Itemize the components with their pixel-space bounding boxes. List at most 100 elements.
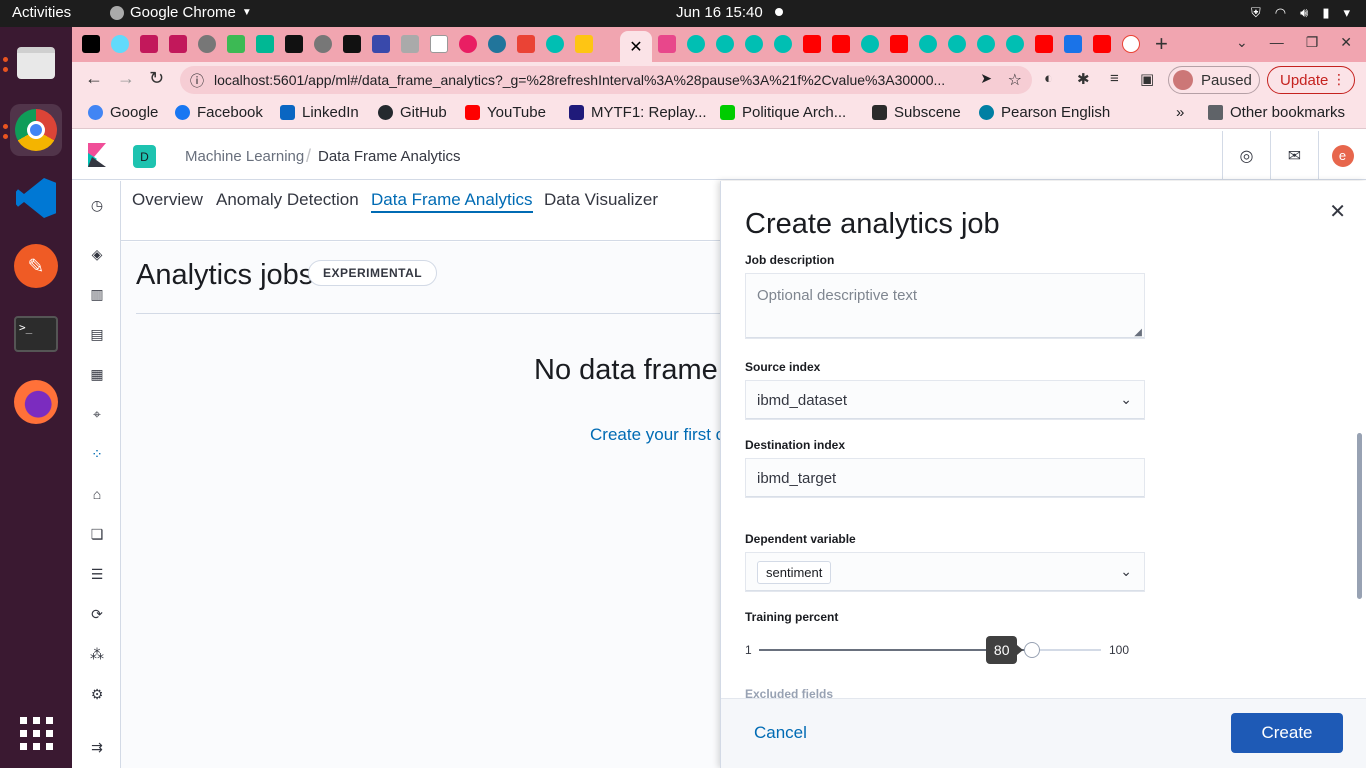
- vscode-app-icon[interactable]: [10, 172, 62, 224]
- profile-button[interactable]: Paused: [1168, 66, 1260, 94]
- user-menu[interactable]: e: [1318, 131, 1366, 180]
- training-percent-slider[interactable]: [759, 649, 1101, 651]
- extension-icon[interactable]: ◐: [1044, 70, 1053, 87]
- tab-favicon-icon[interactable]: [861, 35, 879, 53]
- tab-anomaly-detection[interactable]: Anomaly Detection: [216, 190, 359, 210]
- close-icon[interactable]: ✕: [1329, 199, 1346, 224]
- tab-favicon-icon[interactable]: [948, 35, 966, 53]
- system-tray[interactable]: ⛨ ◠ 🔊︎ ▮ ▾: [1251, 5, 1350, 21]
- destination-index-input[interactable]: ibmd_target: [745, 458, 1145, 498]
- space-selector[interactable]: D: [133, 145, 156, 168]
- tab-favicon-icon[interactable]: [546, 35, 564, 53]
- resize-handle-icon[interactable]: ◢: [1134, 327, 1142, 338]
- logs-icon[interactable]: ❏: [88, 525, 106, 543]
- address-bar[interactable]: ⓘ localhost:5601/app/ml#/data_frame_anal…: [180, 66, 1032, 94]
- tab-favicon-icon[interactable]: [716, 35, 734, 53]
- tab-favicon-icon[interactable]: [977, 35, 995, 53]
- postman-app-icon[interactable]: ✎: [10, 240, 62, 292]
- tab-favicon-icon[interactable]: [430, 35, 448, 53]
- tab-data-frame-analytics[interactable]: Data Frame Analytics: [371, 190, 533, 213]
- activities-button[interactable]: Activities: [12, 4, 71, 21]
- collapse-nav-icon[interactable]: ⇉: [88, 738, 106, 756]
- maps-icon[interactable]: ⌖: [88, 405, 106, 423]
- bookmarks-overflow-button[interactable]: »: [1176, 104, 1184, 121]
- tab-favicon-icon[interactable]: [111, 35, 129, 53]
- other-bookmarks-folder[interactable]: Other bookmarks: [1208, 104, 1345, 121]
- tab-close-icon[interactable]: ✕: [620, 31, 652, 62]
- tab-favicon-icon[interactable]: [459, 35, 477, 53]
- send-tab-icon[interactable]: ➤: [980, 70, 992, 87]
- bookmark-youtube[interactable]: YouTube: [465, 104, 546, 121]
- help-icon[interactable]: ◎: [1222, 131, 1270, 180]
- bookmark-facebook[interactable]: Facebook: [175, 104, 263, 121]
- tab-favicon-icon[interactable]: [82, 35, 100, 53]
- tab-overview[interactable]: Overview: [132, 190, 203, 210]
- bookmark-google[interactable]: Google: [88, 104, 158, 121]
- bookmark-star-icon[interactable]: ☆: [1008, 70, 1022, 90]
- tab-favicon-icon[interactable]: [488, 35, 506, 53]
- tab-favicon-icon[interactable]: [1006, 35, 1024, 53]
- forward-arrow-icon[interactable]: →: [117, 68, 135, 89]
- kibana-logo-icon[interactable]: [88, 143, 106, 167]
- tab-favicon-icon[interactable]: [314, 35, 332, 53]
- tab-favicon-icon[interactable]: [227, 35, 245, 53]
- tab-favicon-icon[interactable]: [140, 35, 158, 53]
- reload-icon[interactable]: ↻: [149, 68, 164, 89]
- tab-favicon-icon[interactable]: [658, 35, 676, 53]
- discover-compass-icon[interactable]: ◈: [88, 245, 106, 263]
- infrastructure-icon[interactable]: ⌂: [88, 485, 106, 503]
- create-button[interactable]: Create: [1231, 713, 1343, 753]
- tab-favicon-icon[interactable]: [1064, 35, 1082, 53]
- visualize-icon[interactable]: ▥: [88, 285, 106, 303]
- app-menu[interactable]: Google Chrome ▼: [110, 4, 252, 21]
- bookmark-subscene[interactable]: Subscene: [872, 104, 961, 121]
- tab-search-chevron-icon[interactable]: ⌄: [1236, 34, 1248, 51]
- tab-favicon-icon[interactable]: [687, 35, 705, 53]
- files-app-icon[interactable]: [10, 37, 62, 89]
- create-first-job-link[interactable]: Create your first c: [590, 425, 720, 445]
- dev-tools-icon[interactable]: ⚙: [88, 685, 106, 703]
- tab-favicon-icon[interactable]: [575, 35, 593, 53]
- tab-favicon-icon[interactable]: [198, 35, 216, 53]
- clock[interactable]: Jun 16 15:40: [676, 4, 763, 21]
- canvas-icon[interactable]: ▦: [88, 365, 106, 383]
- media-queue-icon[interactable]: ≡: [1110, 70, 1119, 87]
- tab-favicon-icon[interactable]: [745, 35, 763, 53]
- bookmark-politique[interactable]: Politique Arch...: [720, 104, 846, 121]
- flyout-scrollbar[interactable]: [1357, 433, 1362, 599]
- job-description-textarea[interactable]: Optional descriptive text ◢: [745, 273, 1145, 339]
- experimental-badge[interactable]: EXPERIMENTAL: [308, 260, 438, 286]
- minimize-icon[interactable]: —: [1270, 34, 1284, 51]
- uptime-icon[interactable]: ⟳: [88, 605, 106, 623]
- tab-favicon-icon[interactable]: [1122, 35, 1140, 53]
- extensions-puzzle-icon[interactable]: ✱: [1077, 70, 1090, 88]
- side-panel-icon[interactable]: ▣: [1140, 70, 1154, 88]
- breadcrumb-machine-learning[interactable]: Machine Learning: [185, 148, 304, 165]
- close-window-icon[interactable]: ✕: [1340, 34, 1352, 51]
- siem-icon[interactable]: ⁂: [88, 645, 106, 663]
- source-index-select[interactable]: ibmd_dataset ⌄: [745, 380, 1145, 420]
- tab-favicon-icon[interactable]: [832, 35, 850, 53]
- slider-thumb[interactable]: [1023, 642, 1040, 658]
- tab-favicon-icon[interactable]: [774, 35, 792, 53]
- update-button[interactable]: Update ⋮: [1267, 66, 1355, 94]
- apm-icon[interactable]: ☰: [88, 565, 106, 583]
- site-info-icon[interactable]: ⓘ: [190, 71, 204, 91]
- tab-favicon-icon[interactable]: [919, 35, 937, 53]
- dependent-variable-combobox[interactable]: sentiment ⌄: [745, 552, 1145, 592]
- tab-favicon-icon[interactable]: [890, 35, 908, 53]
- dashboard-icon[interactable]: ▤: [88, 325, 106, 343]
- tab-favicon-icon[interactable]: [169, 35, 187, 53]
- tab-favicon-icon[interactable]: [517, 35, 535, 53]
- recent-clock-icon[interactable]: ◷: [88, 196, 106, 214]
- tab-favicon-icon[interactable]: [285, 35, 303, 53]
- chrome-app-icon[interactable]: [10, 104, 62, 156]
- dependent-variable-pill[interactable]: sentiment: [757, 561, 832, 584]
- show-applications-icon[interactable]: [10, 707, 62, 759]
- bookmark-linkedin[interactable]: LinkedIn: [280, 104, 359, 121]
- restore-icon[interactable]: ❐: [1306, 34, 1319, 51]
- mail-icon[interactable]: ✉: [1270, 131, 1318, 180]
- tab-favicon-icon[interactable]: [256, 35, 274, 53]
- bookmark-pearson[interactable]: Pearson English: [979, 104, 1110, 121]
- tab-favicon-icon[interactable]: [372, 35, 390, 53]
